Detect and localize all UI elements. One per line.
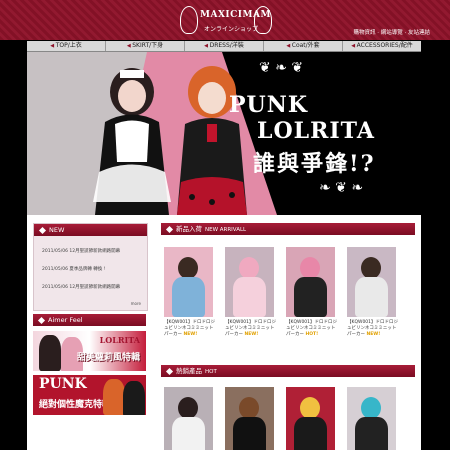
product-photo <box>300 397 320 419</box>
logo-text: MAXICIMAM <box>200 10 271 20</box>
product-card[interactable] <box>347 387 396 450</box>
product-image[interactable] <box>164 387 213 450</box>
nav-item-label: TOP/上衣 <box>55 42 82 49</box>
section-subtitle: HOT <box>205 369 217 375</box>
product-caption[interactable]: 【KQW001】ドロドロジ ュビリンネコミミニット パーカー NEW! <box>225 320 276 338</box>
news-item[interactable]: 2011/05/06 12月聖誕節新款網路開幕 <box>42 284 120 290</box>
site-logo[interactable]: MAXICIMAM オンラインショップ <box>178 2 273 38</box>
nav-item-skirt[interactable]: ◀ SKIRT/下身 <box>106 41 185 51</box>
ad-title: LOLRITA <box>99 335 140 345</box>
new-badge: NEW! <box>244 332 259 337</box>
banner-title-lolrita: LOLRITA <box>257 118 375 144</box>
aimer-feel-box: Aimer Feel <box>33 314 146 326</box>
rabbit-icon <box>180 6 198 34</box>
ad-subtitle: 絕對個性魔克特輯 <box>39 400 112 410</box>
product-photo <box>300 257 320 279</box>
new-arrival-header: 新品入荷 NEW ARRIVALL <box>161 223 415 235</box>
aimer-title: Aimer Feel <box>48 316 83 324</box>
banner-title-punk: PUNK <box>229 92 308 118</box>
new-arrival-section: 新品入荷 NEW ARRIVALL <box>161 223 415 235</box>
diamond-icon <box>165 225 174 233</box>
lolrita-ad-banner[interactable]: LOLRITA 甜美蘿莉風特輯 <box>33 331 146 371</box>
model-photo <box>177 66 247 215</box>
product-card[interactable] <box>286 387 335 450</box>
ornament-icon: ❧ ❦ ❧ <box>319 180 364 196</box>
product-caption[interactable]: 【KQW001】ドロドロジ ュビリンネコミミニット パーカー NEW! <box>164 320 215 338</box>
new-badge: NEW! <box>366 332 381 337</box>
nav-item-top[interactable]: ◀ TOP/上衣 <box>27 41 106 51</box>
news-header: NEW <box>34 224 147 236</box>
product-card[interactable]: 【KQW001】ドロドロジ ュビリンネコミミニット パーカー NEW! <box>225 247 276 338</box>
product-photo <box>178 257 198 279</box>
news-item[interactable]: 2011/05/06 夏季品牌轉 轉換 ! <box>42 266 106 272</box>
nav-item-label: ACCESSORIES/配件 <box>356 42 413 49</box>
ornament-icon: ❦ ❧ ❦ <box>259 60 304 76</box>
product-card[interactable]: 【KQW001】ドロドロジ ュビリンネコミミニット パーカー NEW! <box>164 247 215 338</box>
news-box: NEW 2011/05/06 12月聖誕節新款網路開幕 2011/05/06 夏… <box>33 223 148 311</box>
model-thumb <box>103 379 125 415</box>
product-photo <box>355 277 388 317</box>
hot-badge: HOT! <box>305 332 319 337</box>
product-photo <box>233 277 266 317</box>
product-caption[interactable]: 【KQW001】ドロドロジ ュビリンネコミミニット パーカー HOT! <box>286 320 337 338</box>
logo-subtitle: オンラインショップ <box>204 26 259 33</box>
ad-title: PUNK <box>39 376 87 392</box>
section-title: 新品入荷 <box>176 225 202 233</box>
product-photo <box>172 417 205 450</box>
model-photo <box>93 68 171 215</box>
diamond-icon <box>38 226 47 234</box>
nav-item-label: Coat/外套 <box>291 42 320 49</box>
product-card[interactable] <box>225 387 274 450</box>
news-title: NEW <box>49 226 65 234</box>
product-caption[interactable]: 【KQW001】ドロドロジ ュビリンネコミミニット パーカー NEW! <box>347 320 398 338</box>
hot-section: 熱銷產品 HOT <box>161 365 415 377</box>
ad-subtitle: 甜美蘿莉風特輯 <box>76 353 140 363</box>
more-link[interactable]: more <box>131 301 141 306</box>
aimer-header: Aimer Feel <box>33 314 146 326</box>
product-image[interactable] <box>347 247 396 317</box>
product-photo <box>294 277 327 317</box>
product-image[interactable] <box>225 247 274 317</box>
top-links[interactable]: 購物資訊 · 網站導覽 · 友站連結 <box>354 28 431 36</box>
product-photo <box>178 397 198 419</box>
main-content: NEW 2011/05/06 12月聖誕節新款網路開幕 2011/05/06 夏… <box>27 215 421 450</box>
product-photo <box>361 257 381 279</box>
main-nav: ◀ TOP/上衣 ◀ SKIRT/下身 ◀ DRESS/洋裝 ◀ Coat/外套… <box>27 41 421 52</box>
product-photo <box>239 397 259 419</box>
section-title: 熱銷產品 <box>176 367 202 375</box>
new-badge: NEW! <box>183 332 198 337</box>
product-photo <box>355 417 388 450</box>
product-card[interactable]: 【KQW001】ドロドロジ ュビリンネコミミニット パーカー NEW! <box>347 247 398 338</box>
hot-header: 熱銷產品 HOT <box>161 365 415 377</box>
model-thumb <box>123 381 145 415</box>
nav-item-dress[interactable]: ◀ DRESS/洋裝 <box>185 41 264 51</box>
nav-item-accessories[interactable]: ◀ ACCESSORIES/配件 <box>343 41 421 51</box>
product-image[interactable] <box>164 247 213 317</box>
section-subtitle: NEW ARRIVALL <box>205 227 247 233</box>
product-image[interactable] <box>225 387 274 450</box>
product-image[interactable] <box>347 387 396 450</box>
product-card[interactable] <box>164 387 213 450</box>
banner-title-chinese: 誰與爭鋒!? <box>253 151 376 177</box>
model-thumb <box>39 335 61 371</box>
site-header: MAXICIMAM オンラインショップ 購物資訊 · 網站導覽 · 友站連結 <box>0 0 450 40</box>
hero-banner[interactable]: ❦ ❧ ❦ PUNK LOLRITA 誰與爭鋒!? ❧ ❦ ❧ <box>27 52 421 215</box>
product-card[interactable]: 【KQW001】ドロドロジ ュビリンネコミミニット パーカー HOT! <box>286 247 337 338</box>
product-photo <box>239 257 259 279</box>
diamond-icon <box>37 316 46 324</box>
product-image[interactable] <box>286 247 335 317</box>
product-photo <box>361 397 381 419</box>
product-photo <box>294 417 327 450</box>
nav-item-label: SKIRT/下身 <box>132 42 164 49</box>
product-photo <box>233 417 266 450</box>
nav-item-coat[interactable]: ◀ Coat/外套 <box>264 41 343 51</box>
product-photo <box>172 277 205 317</box>
product-image[interactable] <box>286 387 335 450</box>
punk-ad-banner[interactable]: PUNK 絕對個性魔克特輯 <box>33 375 146 415</box>
nav-item-label: DRESS/洋裝 <box>209 42 244 49</box>
diamond-icon <box>165 367 174 375</box>
news-item[interactable]: 2011/05/06 12月聖誕節新款網路開幕 <box>42 248 120 254</box>
